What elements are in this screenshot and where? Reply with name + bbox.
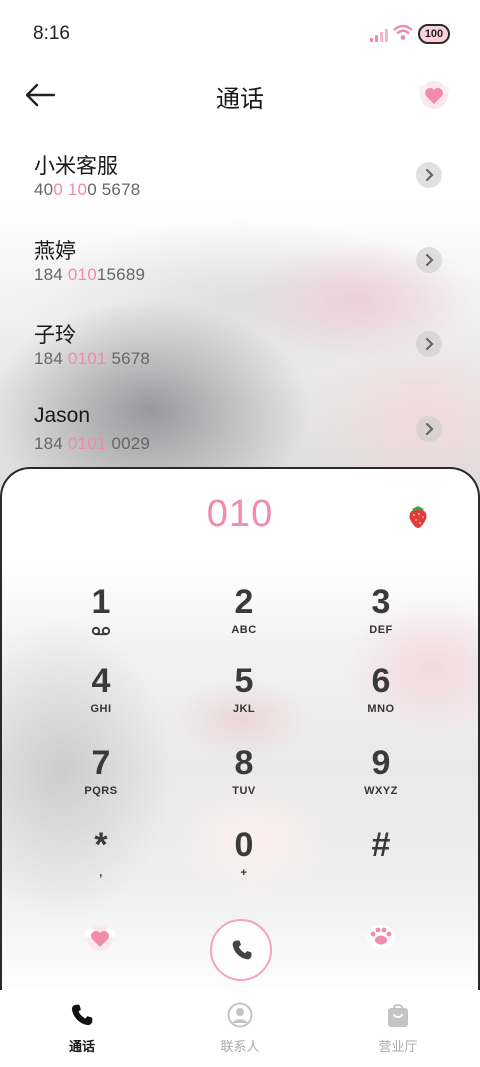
key-letters: TUV — [232, 785, 256, 797]
status-bar: 8:16 100 — [0, 0, 480, 66]
key-letters: JKL — [232, 703, 256, 715]
chevron-right-icon[interactable] — [416, 247, 442, 273]
call-button[interactable] — [210, 919, 272, 981]
contact-name: Jason — [34, 404, 91, 427]
key-digit: # — [371, 826, 391, 864]
key-letters: ABC — [231, 624, 257, 636]
key-digit: * — [94, 826, 108, 864]
bottom-nav: 通话 联系人 营业厅 — [0, 990, 480, 1067]
key-letters: DEF — [369, 624, 393, 636]
key-digit: 0 — [234, 826, 254, 864]
dial-key-0[interactable]: 0 + — [184, 827, 304, 899]
voicemail-icon — [91, 626, 111, 636]
wifi-icon — [393, 24, 413, 40]
contact-row[interactable]: 燕婷 184 01015689 — [0, 225, 480, 305]
key-letters: MNO — [367, 703, 395, 715]
contact-row[interactable]: Jason 184 0101 0029 — [0, 394, 480, 474]
phone-icon — [232, 940, 252, 960]
key-letters: PQRS — [84, 785, 118, 797]
key-digit: 7 — [91, 744, 111, 782]
battery-indicator: 100 — [418, 24, 450, 44]
dial-key-star[interactable]: * , — [41, 827, 161, 899]
dial-key-1[interactable]: 1 — [41, 584, 161, 656]
key-digit: 5 — [234, 662, 254, 700]
key-letters: WXYZ — [364, 785, 398, 797]
dial-key-8[interactable]: 8 TUV — [184, 745, 304, 817]
dial-key-2[interactable]: 2 ABC — [184, 584, 304, 656]
contact-number: 184 01015689 — [34, 265, 146, 284]
contact-number: 184 0101 5678 — [34, 349, 151, 368]
contact-row[interactable]: 子玲 184 0101 5678 — [0, 309, 480, 389]
key-digit: 6 — [371, 662, 391, 700]
dialer-panel: 010 1 2 ABC 3 DEF 4 GHI 5 JKL 6 MNO 7 PQ… — [0, 467, 480, 997]
dial-key-9[interactable]: 9 WXYZ — [321, 745, 441, 817]
heart-sticker-icon[interactable] — [417, 78, 451, 112]
paw-icon[interactable] — [366, 922, 396, 950]
contact-name: 子玲 — [34, 324, 76, 347]
contact-name: 燕婷 — [34, 240, 76, 263]
nav-label: 通话 — [68, 1039, 95, 1054]
contact-number: 400 100 5678 — [34, 180, 141, 199]
key-digit: 4 — [91, 662, 111, 700]
phone-icon — [71, 1004, 93, 1026]
contact-number: 184 0101 0029 — [34, 434, 151, 453]
nav-label: 营业厅 — [378, 1039, 418, 1054]
chevron-right-icon[interactable] — [416, 416, 442, 442]
person-icon — [227, 1002, 253, 1028]
dial-key-7[interactable]: 7 PQRS — [41, 745, 161, 817]
nav-tab-contacts[interactable]: 联系人 — [190, 1002, 290, 1062]
nav-label: 联系人 — [220, 1039, 260, 1054]
signal-icon — [370, 29, 388, 42]
key-letters: , — [99, 867, 103, 879]
status-time: 8:16 — [33, 23, 70, 44]
header: 通话 — [0, 66, 480, 126]
contact-name: 小米客服 — [34, 155, 118, 178]
key-digit: 2 — [234, 583, 254, 621]
heart-sticker-icon[interactable] — [84, 922, 116, 954]
key-digit: 1 — [91, 583, 111, 621]
key-digit: 3 — [371, 583, 391, 621]
nav-tab-calls[interactable]: 通话 — [32, 1002, 132, 1062]
strawberry-icon[interactable] — [404, 502, 432, 530]
contact-row[interactable]: 小米客服 400 100 5678 — [0, 140, 480, 220]
dial-key-3[interactable]: 3 DEF — [321, 584, 441, 656]
chevron-right-icon[interactable] — [416, 162, 442, 188]
chevron-right-icon[interactable] — [416, 331, 442, 357]
nav-tab-store[interactable]: 营业厅 — [348, 1002, 448, 1062]
page-title: 通话 — [216, 86, 264, 113]
dial-key-6[interactable]: 6 MNO — [321, 663, 441, 735]
key-digit: 9 — [371, 744, 391, 782]
dial-key-4[interactable]: 4 GHI — [41, 663, 161, 735]
key-letters: GHI — [90, 703, 112, 715]
key-letters: + — [240, 867, 248, 879]
dial-key-5[interactable]: 5 JKL — [184, 663, 304, 735]
bag-icon — [388, 1004, 408, 1027]
dial-key-hash[interactable]: # — [321, 827, 441, 899]
key-digit: 8 — [234, 744, 254, 782]
